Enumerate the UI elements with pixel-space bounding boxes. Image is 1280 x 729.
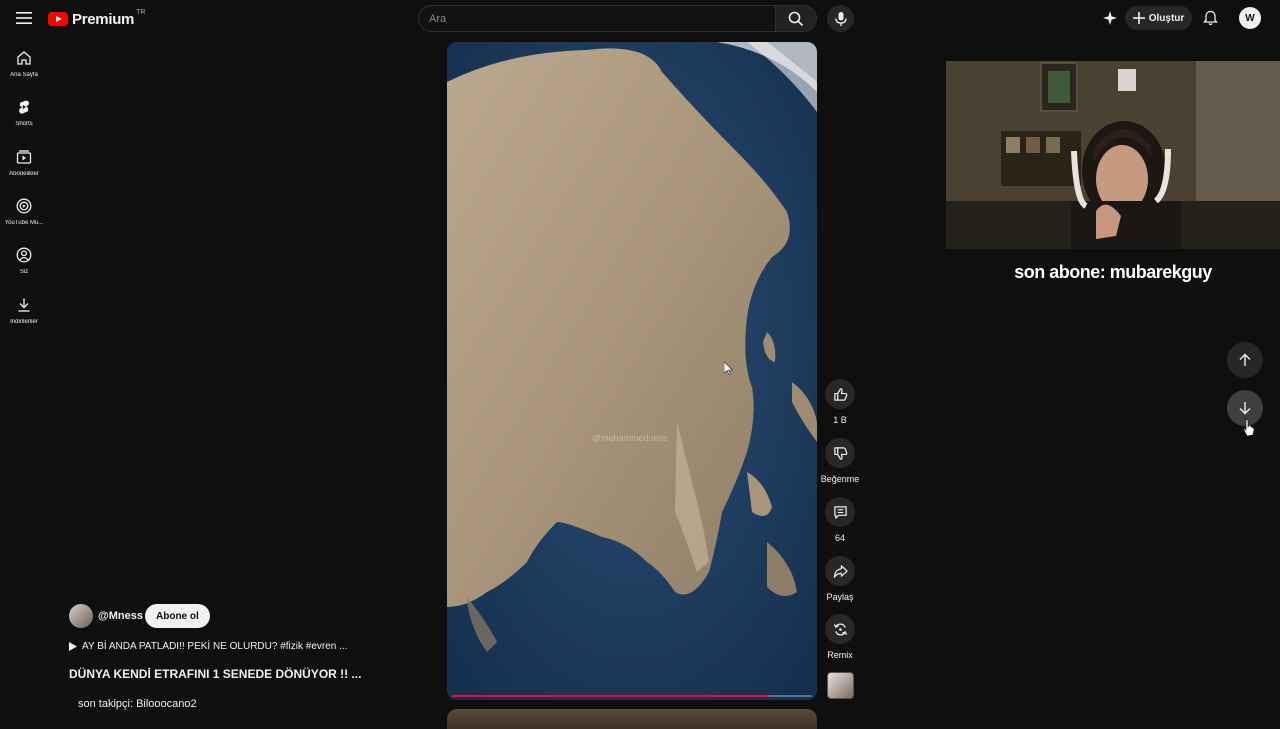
dislike-button[interactable]	[825, 438, 855, 468]
you-icon	[16, 247, 32, 263]
sidebar-item-downloads[interactable]: İndirilenler	[0, 297, 48, 341]
account-avatar[interactable]: W	[1239, 7, 1261, 29]
create-button[interactable]: Oluştur	[1125, 6, 1192, 30]
shorts-icon	[19, 100, 29, 114]
share-label: Paylaş	[826, 592, 854, 602]
plus-icon	[1132, 12, 1145, 24]
comment-icon	[833, 505, 847, 519]
search-button[interactable]	[775, 5, 817, 32]
subscribe-button[interactable]: Abone ol	[145, 604, 210, 628]
sidebar-item-label: YouTube Mu...	[4, 220, 44, 226]
sound-thumbnail[interactable]	[827, 672, 854, 699]
earth-globe-image	[447, 42, 817, 700]
share-action: Paylaş	[823, 556, 857, 602]
short-video-player[interactable]	[447, 42, 817, 700]
next-short-preview[interactable]	[447, 709, 817, 729]
search-bar	[418, 5, 776, 32]
ai-sparkle-button[interactable]	[1100, 8, 1120, 28]
youtube-play-icon	[48, 12, 68, 26]
video-watermark: @muhammedness	[592, 433, 668, 443]
notifications-button[interactable]	[1200, 8, 1220, 28]
remix-button[interactable]	[825, 614, 855, 644]
previous-short-button[interactable]	[1227, 342, 1263, 378]
sidebar-item-shorts[interactable]: Shorts	[0, 99, 48, 143]
mouse-cursor-icon	[724, 362, 733, 375]
logo-text: Premium	[72, 10, 135, 28]
play-icon	[69, 642, 77, 651]
subscriptions-icon	[16, 150, 32, 164]
youtube-logo[interactable]: Premium TR	[48, 8, 147, 30]
sidebar-item-label: Siz	[19, 269, 29, 275]
logo-country-code: TR	[136, 8, 146, 16]
channel-avatar[interactable]	[69, 604, 93, 628]
search-icon	[788, 11, 804, 26]
channel-name[interactable]: @Mness	[98, 610, 143, 622]
webcam-overlay	[946, 61, 1280, 249]
youtube-music-icon	[16, 198, 32, 214]
downloads-icon	[18, 298, 30, 312]
sidebar-item-youtube-music[interactable]: YouTube Mu...	[0, 198, 48, 242]
bell-icon	[1202, 10, 1218, 26]
thumbs-down-icon	[833, 446, 847, 460]
voice-search-button[interactable]	[827, 5, 854, 32]
last-subscriber-overlay: son abone: mubarekguy	[1014, 262, 1212, 282]
hand-cursor-icon	[1243, 419, 1255, 437]
hamburger-icon	[16, 12, 32, 24]
create-label: Oluştur	[1148, 12, 1185, 24]
sidebar-item-label: Ana Sayfa	[10, 72, 38, 78]
like-count: 1 B	[833, 415, 847, 425]
sidebar-item-you[interactable]: Siz	[0, 247, 48, 291]
dislike-action: Beğenme	[820, 438, 860, 484]
microphone-icon	[834, 11, 847, 26]
comments-button[interactable]	[825, 497, 855, 527]
remix-action: Remix	[823, 614, 857, 660]
home-icon	[17, 51, 31, 65]
related-video-link[interactable]: AY Bİ ANDA PATLADI!! PEKİ NE OLURDU? #fi…	[69, 641, 347, 652]
last-follower-overlay: son takipçi: Bilooocano2	[78, 698, 197, 710]
comments-action: 64	[823, 497, 857, 543]
remix-icon	[833, 622, 847, 636]
search-input[interactable]	[429, 12, 765, 25]
sidebar-item-label: Abonelikler	[9, 171, 39, 177]
like-button[interactable]	[825, 379, 855, 409]
sidebar-item-subscriptions[interactable]: Abonelikler	[0, 149, 48, 193]
comment-count: 64	[834, 533, 845, 543]
sparkle-icon	[1103, 11, 1117, 25]
share-button[interactable]	[825, 556, 855, 586]
video-progress-fill	[452, 695, 769, 697]
menu-button[interactable]	[12, 6, 36, 30]
remix-label: Remix	[827, 650, 853, 660]
dislike-label: Beğenme	[820, 474, 860, 484]
arrow-down-icon	[1239, 402, 1251, 415]
arrow-up-icon	[1239, 353, 1251, 366]
related-video-title: AY Bİ ANDA PATLADI!! PEKİ NE OLURDU? #fi…	[82, 641, 348, 652]
sidebar-item-home[interactable]: Ana Sayfa	[0, 50, 48, 94]
streamer-webcam-image	[946, 61, 1280, 249]
sidebar-item-label: İndirilenler	[10, 319, 38, 325]
like-action: 1 B	[823, 379, 857, 425]
video-title[interactable]: DÜNYA KENDİ ETRAFINI 1 SENEDE DÖNÜYOR !!…	[69, 667, 361, 681]
thumbs-up-icon	[833, 387, 847, 401]
sidebar-item-label: Shorts	[15, 121, 33, 127]
share-icon	[833, 564, 848, 578]
